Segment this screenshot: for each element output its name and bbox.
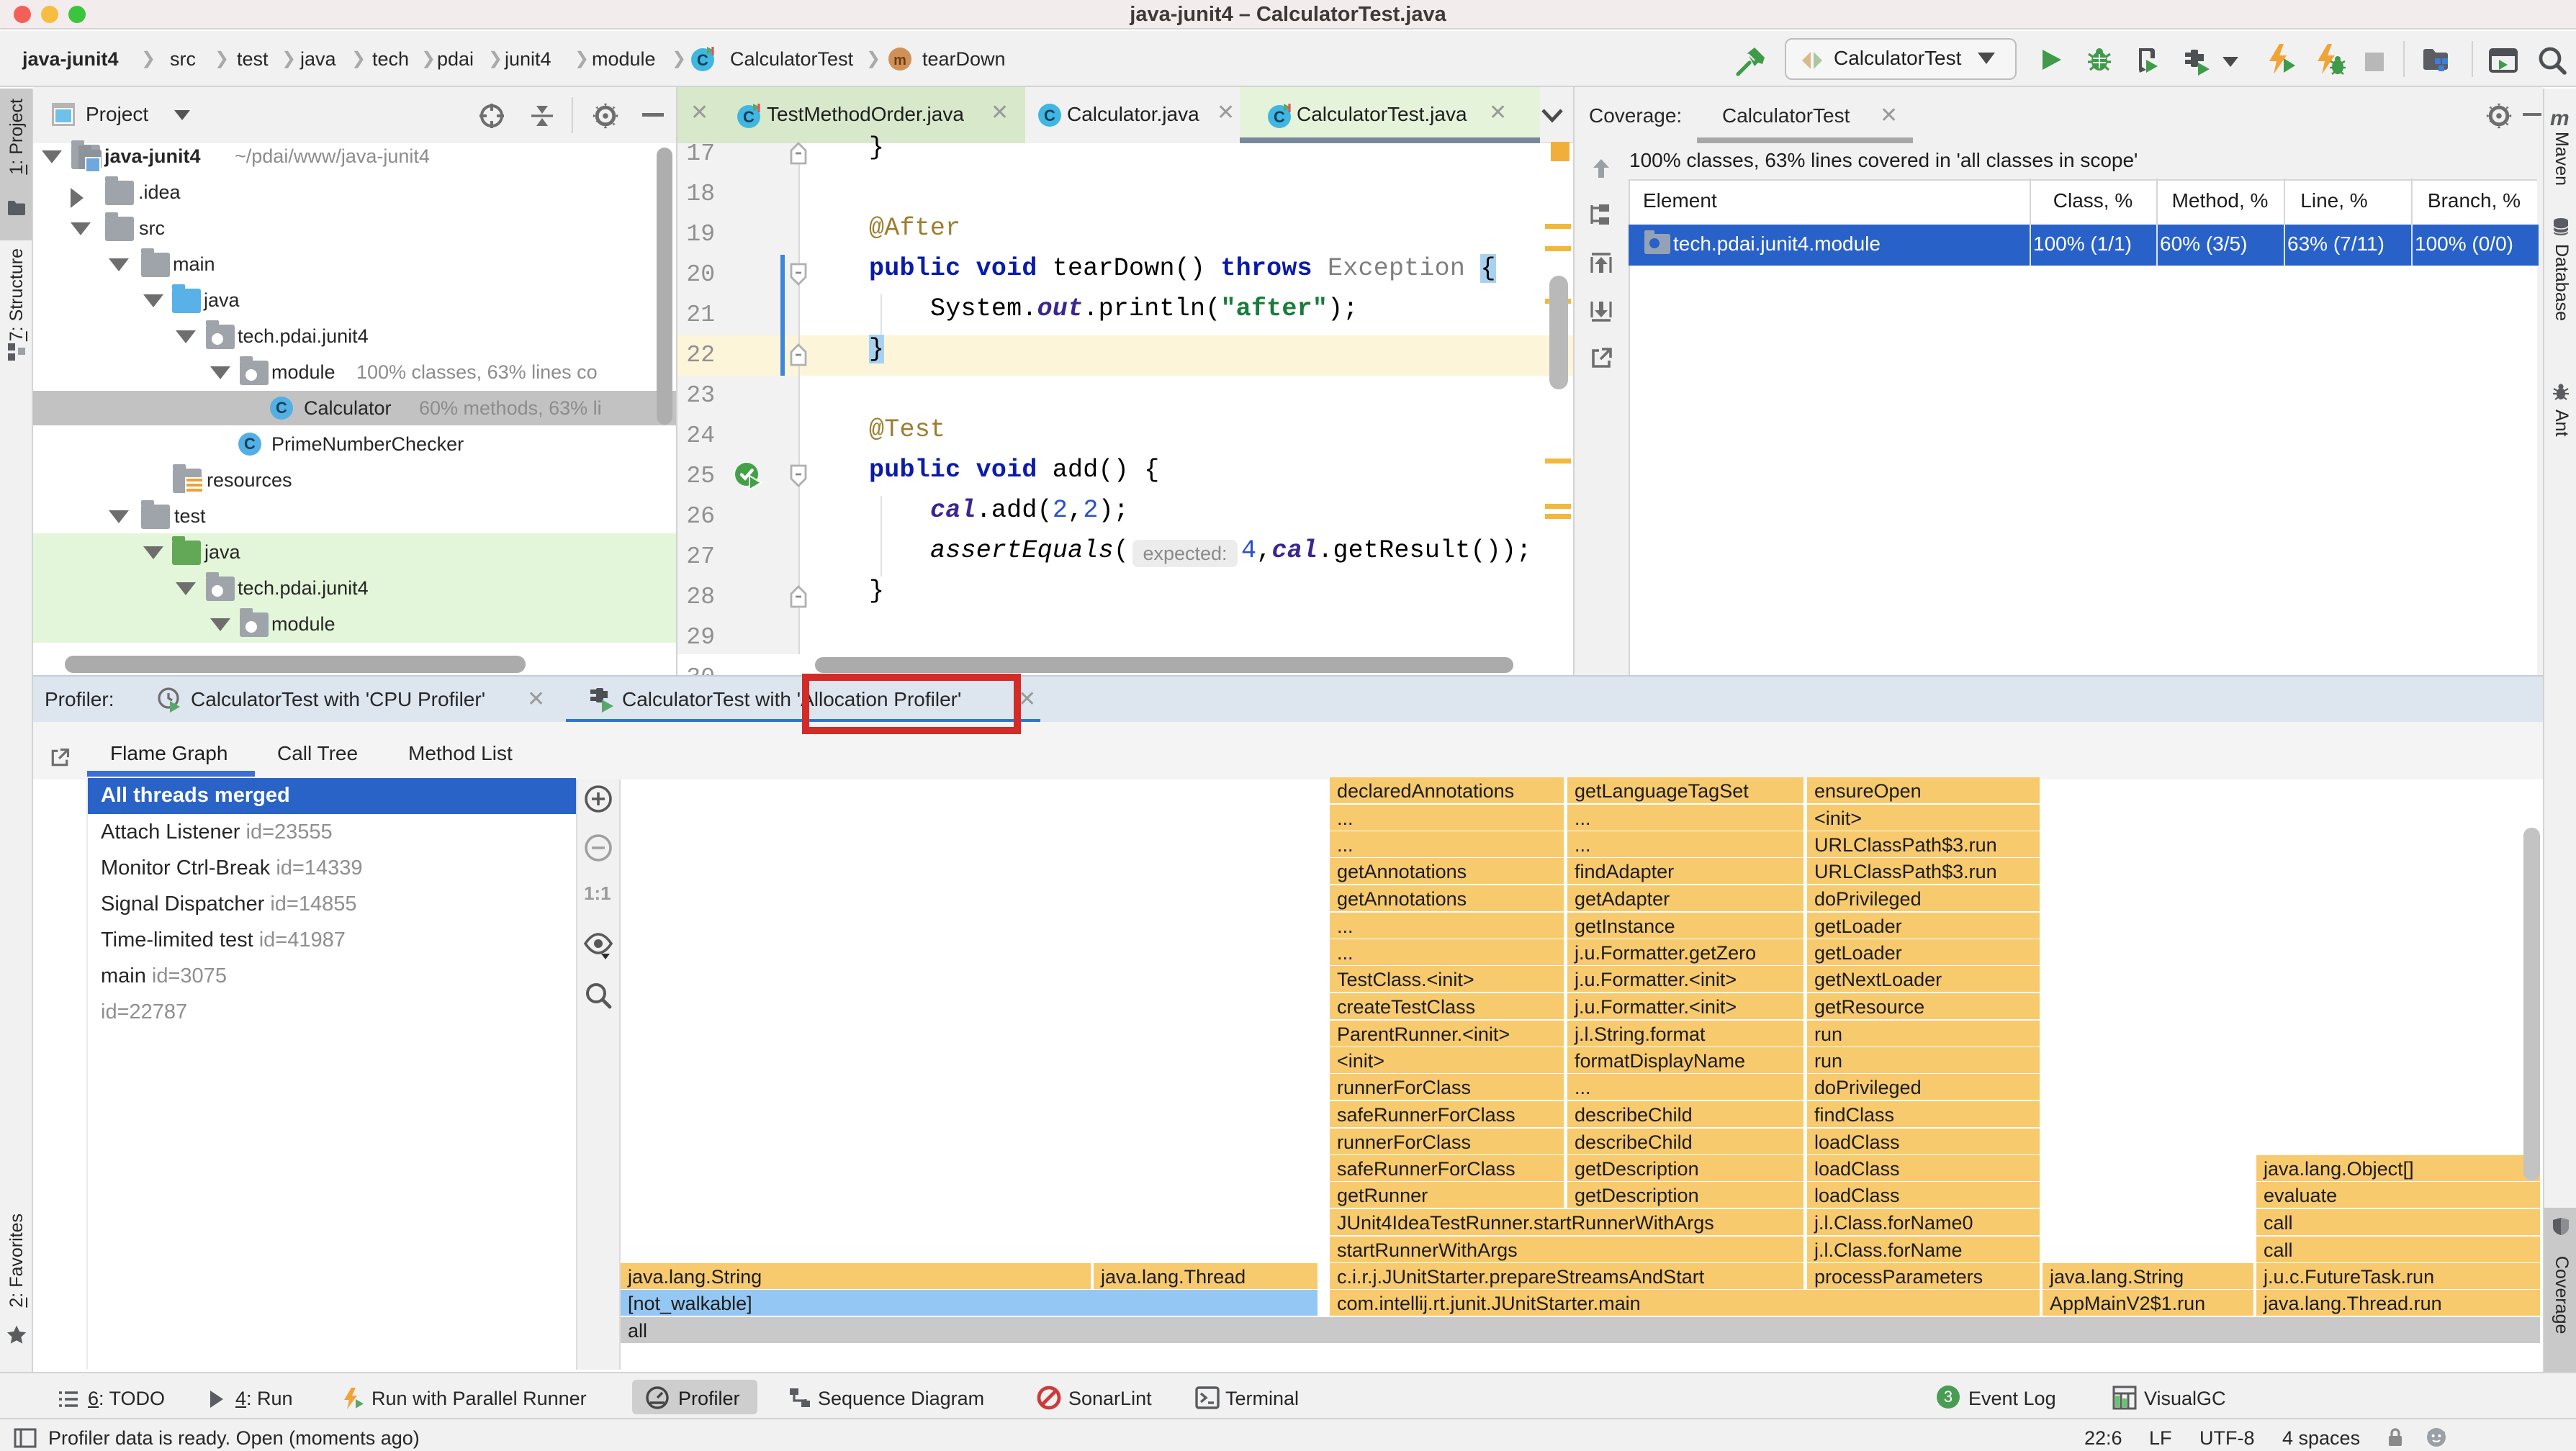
svg-text:m: m [893, 53, 906, 68]
svg-text:C: C [743, 108, 755, 126]
svg-text:C: C [1044, 107, 1055, 125]
svg-text:C: C [697, 51, 708, 69]
svg-text:C: C [1274, 108, 1285, 126]
